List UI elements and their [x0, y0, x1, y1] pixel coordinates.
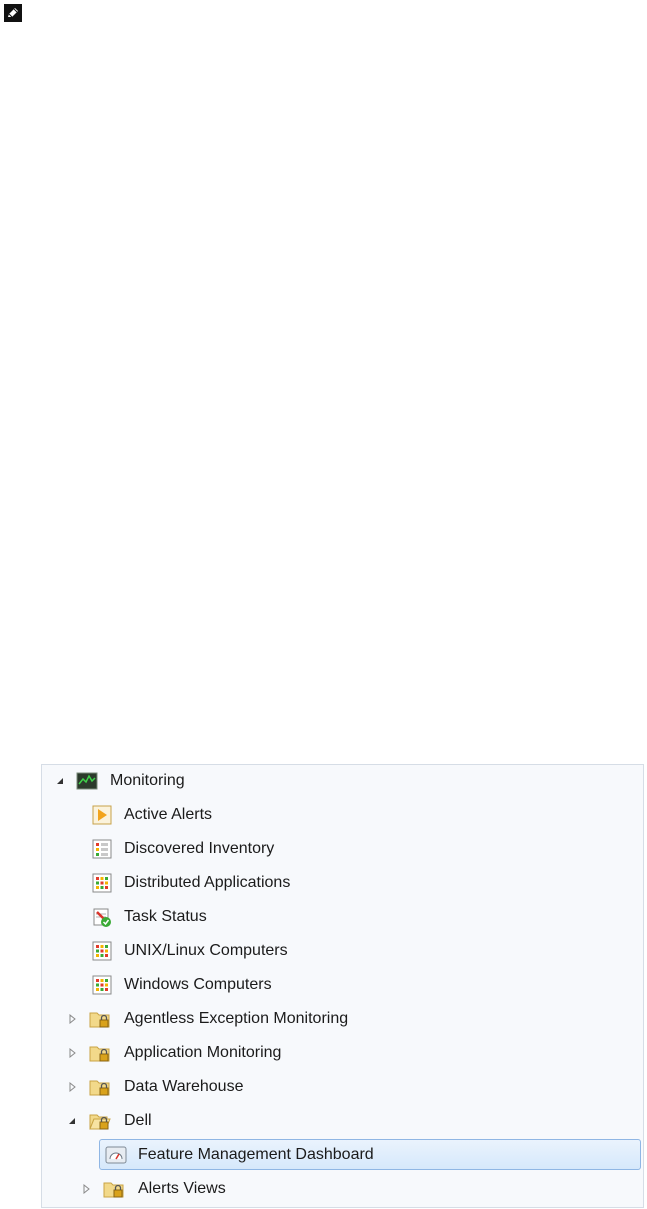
dashboard-icon	[105, 1146, 127, 1164]
tree-node-label: Alerts Views	[138, 1180, 226, 1197]
tree-node-label: Discovered Inventory	[124, 840, 275, 857]
collapsed-arrow-icon[interactable]	[67, 1014, 77, 1024]
state-grid-icon	[92, 873, 112, 893]
locked-folder-icon	[89, 1080, 110, 1096]
tree-node-label: Monitoring	[110, 772, 185, 789]
state-view-icon	[92, 839, 112, 859]
state-grid-icon	[92, 941, 112, 961]
tree-node-label: Active Alerts	[124, 806, 213, 823]
tree-node-label: Application Monitoring	[124, 1044, 282, 1061]
collapsed-arrow-icon[interactable]	[67, 1082, 77, 1092]
task-status-icon	[93, 908, 111, 927]
note-pencil-icon	[4, 4, 22, 22]
tree-node-label: UNIX/Linux Computers	[124, 942, 288, 959]
locked-folder-icon	[103, 1182, 124, 1198]
collapsed-arrow-icon[interactable]	[67, 1048, 77, 1058]
expanded-arrow-icon[interactable]	[67, 1116, 77, 1126]
state-grid-icon	[92, 975, 112, 995]
navigation-tree-panel: Monitoring Active Alerts Discovered Inve…	[41, 764, 644, 1208]
open-locked-folder-icon	[89, 1114, 111, 1130]
tree-node-label: Feature Management Dashboard	[138, 1146, 374, 1163]
tree-node-label: Distributed Applications	[124, 874, 291, 891]
tree-node-label: Dell	[124, 1112, 152, 1129]
alert-view-icon	[92, 805, 112, 825]
collapsed-arrow-icon[interactable]	[81, 1184, 91, 1194]
tree-node-label: Data Warehouse	[124, 1078, 244, 1095]
monitoring-icon	[76, 772, 98, 790]
locked-folder-icon	[89, 1046, 110, 1062]
tree-node-label: Task Status	[124, 908, 207, 925]
tree-node-label: Agentless Exception Monitoring	[124, 1010, 349, 1027]
locked-folder-icon	[89, 1012, 110, 1028]
expanded-arrow-icon[interactable]	[55, 776, 65, 786]
tree-node-label: Windows Computers	[124, 976, 272, 993]
